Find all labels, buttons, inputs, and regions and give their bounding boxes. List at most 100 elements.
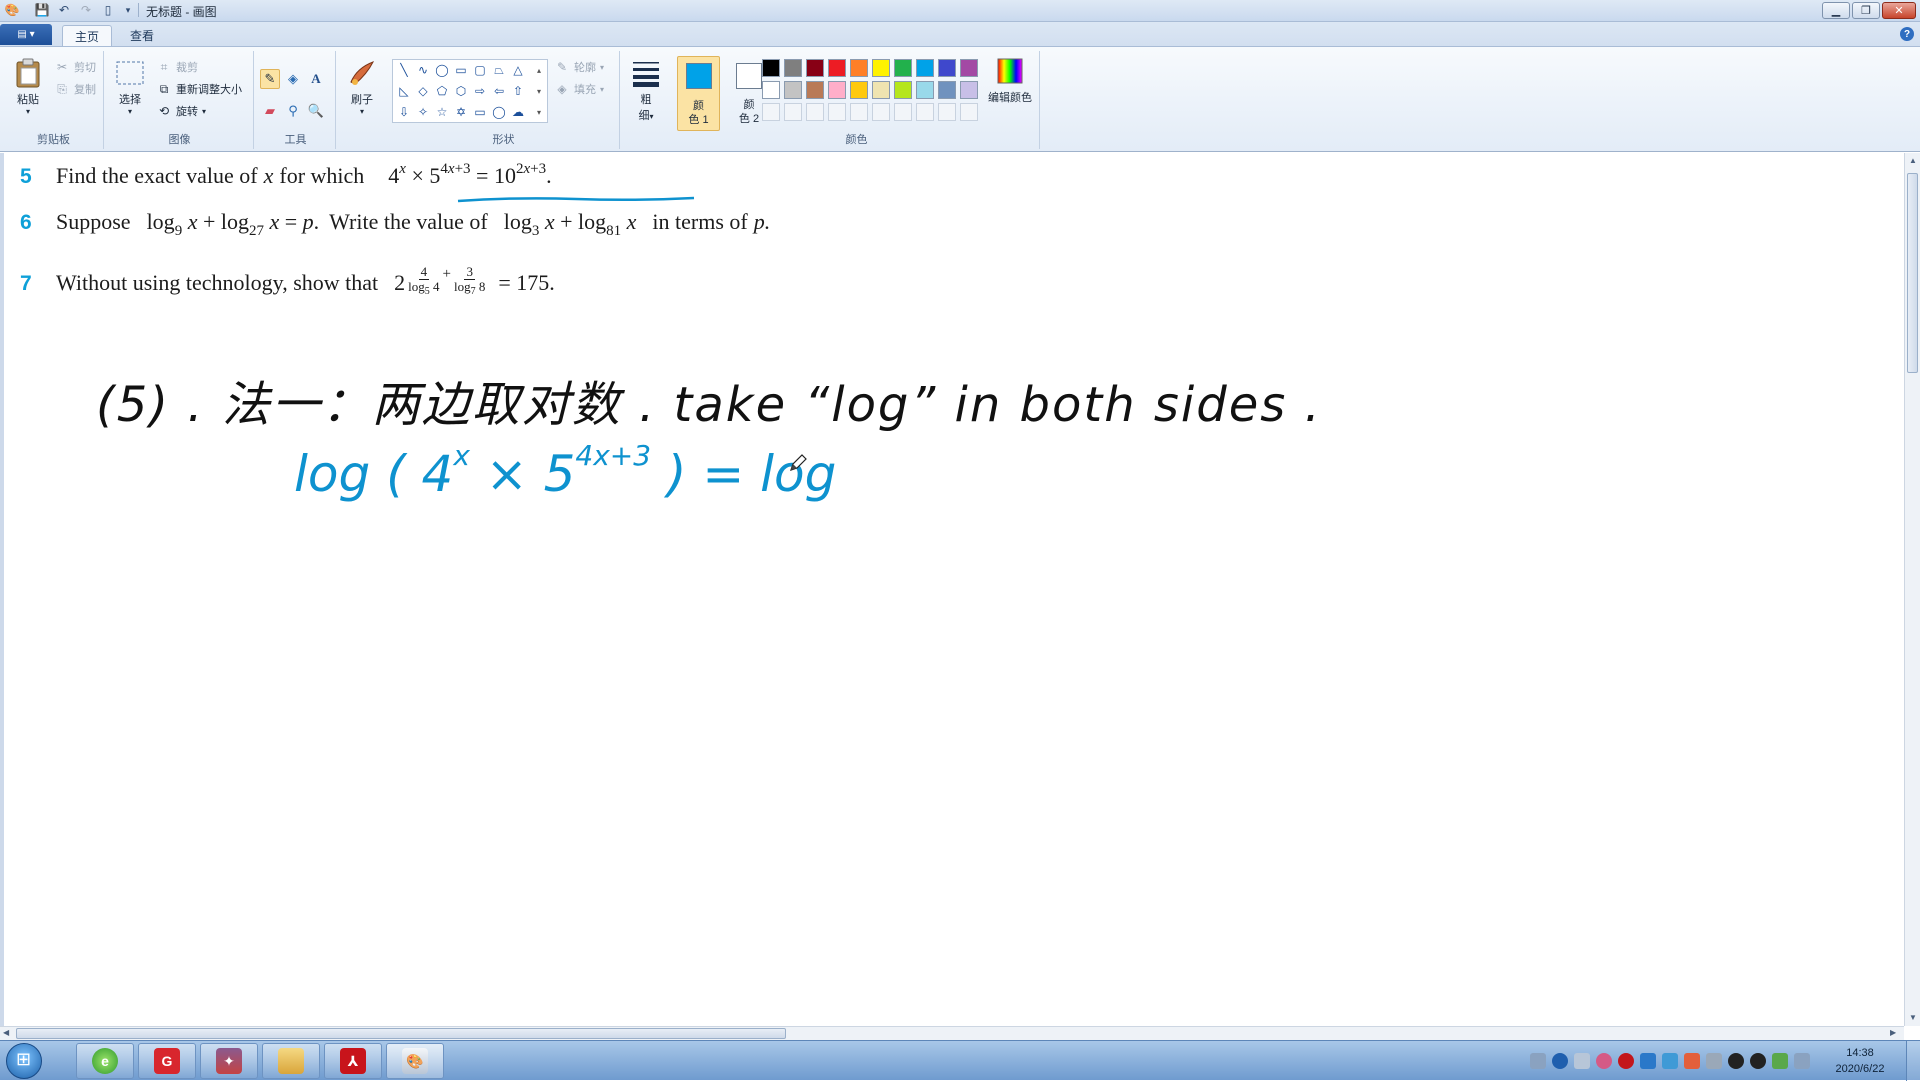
qq-icon-2[interactable] (1750, 1053, 1766, 1069)
shape-rounded-rectangle[interactable]: ▢ (471, 61, 489, 79)
palette-swatch[interactable] (806, 59, 824, 77)
drawing-canvas[interactable]: 5 Find the exact value of x for which 4x… (0, 153, 1904, 1026)
custom-color-slot[interactable] (762, 103, 780, 121)
palette-swatch[interactable] (850, 81, 868, 99)
custom-color-slot[interactable] (938, 103, 956, 121)
paste-button[interactable]: 粘贴 ▾ (8, 57, 48, 116)
taskbar-app-game[interactable]: ✦ (200, 1043, 258, 1079)
volume-icon[interactable] (1706, 1053, 1722, 1069)
tab-home[interactable]: 主页 (62, 25, 113, 46)
shape-rectangle[interactable]: ▭ (452, 61, 470, 79)
shape-curve[interactable]: ∿ (414, 61, 432, 79)
minimize-button[interactable]: ▁ (1822, 2, 1850, 19)
palette-swatch[interactable] (872, 59, 890, 77)
fill-tool[interactable]: ◈ (283, 69, 303, 89)
custom-color-slot[interactable] (872, 103, 890, 121)
shape-left-arrow[interactable]: ⇦ (490, 82, 508, 100)
select-button[interactable]: 选择 ▾ (110, 57, 150, 116)
clock[interactable]: 14:38 2020/6/22 (1820, 1045, 1900, 1077)
quick-access-dropdown-icon[interactable]: ▾ (120, 2, 136, 18)
custom-color-slot[interactable] (894, 103, 912, 121)
palette-swatch[interactable] (894, 81, 912, 99)
shape-polygon[interactable]: ⏢ (490, 61, 508, 79)
tray-green-icon[interactable] (1772, 1053, 1788, 1069)
help-tray-icon[interactable] (1552, 1053, 1568, 1069)
taskbar-app-pdf[interactable]: ⅄ (324, 1043, 382, 1079)
shapes-scroll-up-icon[interactable]: ▴ (530, 61, 548, 79)
horizontal-scroll-thumb[interactable] (16, 1028, 786, 1039)
shape-right-triangle[interactable]: ◺ (395, 82, 413, 100)
size-button[interactable]: 粗 细▾ (626, 57, 666, 123)
tab-view[interactable]: 查看 (118, 25, 166, 46)
palette-swatch[interactable] (850, 59, 868, 77)
palette-swatch[interactable] (828, 81, 846, 99)
shape-four-point-star[interactable]: ✧ (414, 103, 432, 121)
horizontal-scrollbar[interactable]: ◀ ▶ (0, 1026, 1904, 1040)
magnifier-tool[interactable]: 🔍 (306, 101, 326, 121)
scroll-down-icon[interactable]: ▼ (1909, 1013, 1917, 1022)
paint-app-icon[interactable]: 🎨 (4, 2, 20, 18)
custom-color-slot[interactable] (784, 103, 802, 121)
shape-down-arrow[interactable]: ⇩ (395, 103, 413, 121)
brushes-button[interactable]: 刷子 ▾ (342, 57, 382, 116)
display-icon[interactable] (1794, 1053, 1810, 1069)
shape-pentagon[interactable]: ⬠ (433, 82, 451, 100)
paint-menu-button[interactable]: ▤ ▾ (0, 24, 52, 45)
keyboard-icon[interactable] (1530, 1053, 1546, 1069)
start-button[interactable] (6, 1043, 42, 1079)
network-icon[interactable] (1662, 1053, 1678, 1069)
custom-color-slot[interactable] (806, 103, 824, 121)
shape-cloud-callout[interactable]: ☁ (509, 103, 527, 121)
palette-swatch[interactable] (960, 81, 978, 99)
shape-hexagon[interactable]: ⬡ (452, 82, 470, 100)
palette-swatch[interactable] (916, 81, 934, 99)
rotate-button[interactable]: ⟲ 旋转 ▾ (156, 103, 206, 119)
color-picker-tool[interactable]: ⚲ (283, 101, 303, 121)
shape-oval[interactable]: ◯ (433, 61, 451, 79)
close-button[interactable]: ✕ (1882, 2, 1916, 19)
shape-line[interactable]: ╲ (395, 61, 413, 79)
taskbar-app-explorer[interactable] (262, 1043, 320, 1079)
shapes-expand-icon[interactable]: ▾ (530, 103, 548, 121)
palette-swatch[interactable] (762, 59, 780, 77)
scroll-left-icon[interactable]: ◀ (3, 1028, 9, 1037)
undo-icon[interactable]: ↶ (56, 2, 72, 18)
vertical-scrollbar[interactable]: ▲ ▼ (1904, 153, 1920, 1026)
shape-right-arrow[interactable]: ⇨ (471, 82, 489, 100)
save-icon[interactable]: 💾 (34, 2, 50, 18)
palette-swatch[interactable] (894, 59, 912, 77)
shapes-scroll-down-icon[interactable]: ▾ (530, 82, 548, 100)
eraser-tool[interactable]: ▰ (260, 101, 280, 121)
shape-oval-callout[interactable]: ◯ (490, 103, 508, 121)
edit-colors-button[interactable]: 编辑颜色 (982, 55, 1038, 105)
shape-rect-callout[interactable]: ▭ (471, 103, 489, 121)
scroll-right-icon[interactable]: ▶ (1890, 1028, 1896, 1037)
shape-six-point-star[interactable]: ✡ (452, 103, 470, 121)
color1-button[interactable]: 颜 色 1 (677, 56, 720, 131)
tray-s-icon[interactable] (1640, 1053, 1656, 1069)
help-icon[interactable]: ? (1900, 27, 1914, 41)
flash-icon[interactable] (1618, 1053, 1634, 1069)
custom-color-slot[interactable] (828, 103, 846, 121)
vertical-scroll-thumb[interactable] (1907, 173, 1918, 373)
text-tool[interactable]: A (306, 69, 326, 89)
palette-swatch[interactable] (762, 81, 780, 99)
taskbar-app-browser[interactable]: e (76, 1043, 134, 1079)
new-document-icon[interactable]: ▯ (100, 2, 116, 18)
qq-icon[interactable] (1728, 1053, 1744, 1069)
maximize-button[interactable]: ❐ (1852, 2, 1880, 19)
custom-color-slot[interactable] (960, 103, 978, 121)
shape-triangle[interactable]: △ (509, 61, 527, 79)
taskbar-app-red[interactable]: G (138, 1043, 196, 1079)
palette-swatch[interactable] (806, 81, 824, 99)
show-desktop-button[interactable] (1906, 1041, 1920, 1081)
palette-swatch[interactable] (784, 59, 802, 77)
resize-button[interactable]: ⧉ 重新调整大小 (156, 81, 242, 97)
palette-swatch[interactable] (960, 59, 978, 77)
shape-diamond[interactable]: ◇ (414, 82, 432, 100)
custom-color-slot[interactable] (850, 103, 868, 121)
shape-up-arrow[interactable]: ⇧ (509, 82, 527, 100)
shape-five-point-star[interactable]: ☆ (433, 103, 451, 121)
palette-swatch[interactable] (938, 59, 956, 77)
palette-swatch[interactable] (784, 81, 802, 99)
